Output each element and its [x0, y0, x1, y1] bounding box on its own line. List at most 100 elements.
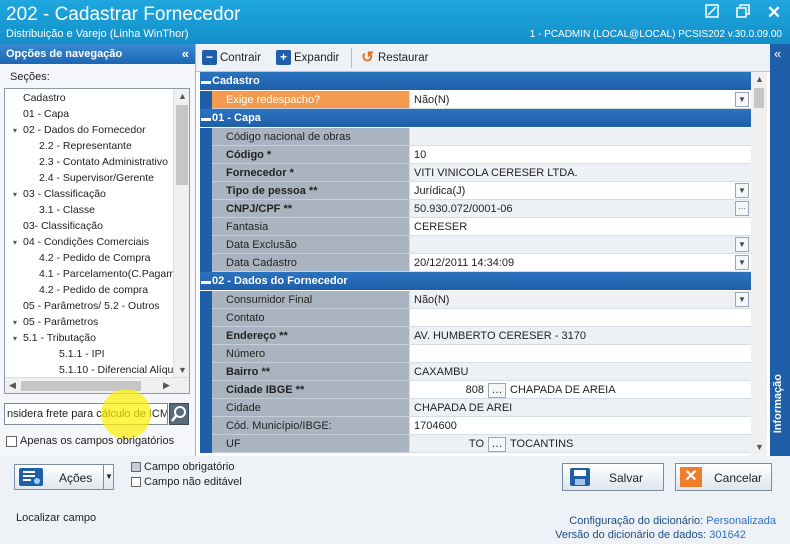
expand-panel-icon[interactable]: «	[774, 46, 781, 61]
tree-node[interactable]: 4.2 - Pedido de Compra	[39, 251, 150, 265]
grid-row[interactable]: Código nacional de obras	[200, 128, 751, 146]
scroll-up-icon[interactable]: ▲	[178, 91, 187, 101]
save-button[interactable]: Salvar	[562, 463, 664, 491]
chevron-down-icon[interactable]: ▼	[103, 465, 114, 489]
grid-row[interactable]: Data Cadastro 20/12/2011 14:34:09 ▼	[200, 254, 751, 272]
field-value[interactable]: 808… CHAPADA DE AREIA	[409, 381, 751, 399]
expand-toggle-icon[interactable]: ▾	[13, 124, 23, 138]
collapse-section-icon[interactable]: ▬	[200, 73, 212, 91]
expand-toggle-icon[interactable]: ▾	[13, 316, 23, 330]
grid-row[interactable]: CNPJ/CPF ** 50.930.072/0001-06…	[200, 200, 751, 218]
sections-tree[interactable]: 5.1.10 - Diferencial Alíquota 5.1.1 - IPI…	[4, 88, 190, 394]
field-value[interactable]: CHAPADA DE AREI	[409, 399, 751, 417]
tree-node[interactable]: 4.1 - Parcelamento(C.Pagamento)	[39, 267, 189, 281]
tree-node[interactable]: ▾ 5.1 - Tributação	[13, 331, 96, 346]
search-button[interactable]	[169, 403, 189, 425]
expand-toggle-icon[interactable]: ▾	[13, 188, 23, 202]
field-value[interactable]: Não(N) ▼	[409, 291, 751, 309]
field-value[interactable]: VITI VINICOLA CERESER LTDA.	[409, 164, 751, 182]
grid-row[interactable]: Tipo de pessoa ** Jurídica(J) ▼	[200, 182, 751, 200]
expand-toggle-icon[interactable]: ▾	[13, 332, 23, 346]
minimize-icon[interactable]	[702, 4, 722, 22]
grid-row[interactable]: Data Exclusão ▼	[200, 236, 751, 254]
tree-node[interactable]: 05 - Parâmetros/ 5.2 - Outros	[23, 299, 160, 313]
field-value[interactable]: 10	[409, 146, 751, 164]
grid-row[interactable]: Código * 10	[200, 146, 751, 164]
tree-node[interactable]: 4.2 - Pedido de compra	[39, 283, 148, 297]
tree-node[interactable]: ▾ 04 - Condições Comerciais	[13, 235, 149, 250]
field-value[interactable]: TO… TOCANTINS	[409, 435, 751, 453]
grid-row[interactable]: Consumidor Final Não(N) ▼	[200, 291, 751, 309]
restore-button[interactable]: ↺ Restaurar	[360, 48, 428, 68]
chevron-down-icon[interactable]: ▼	[735, 237, 749, 252]
tree-node[interactable]: 03- Classificação	[23, 219, 103, 233]
field-value[interactable]: 50.930.072/0001-06…	[409, 200, 751, 218]
checkbox-box[interactable]	[6, 435, 17, 447]
grid-row[interactable]: Cidade IBGE ** 808… CHAPADA DE AREIA	[200, 381, 751, 399]
expand-toggle-icon[interactable]: ▾	[13, 236, 23, 250]
info-side-panel[interactable]: « Informação	[770, 44, 790, 456]
field-value[interactable]: AV. HUMBERTO CERESER - 3170	[409, 327, 751, 345]
collapse-section-icon[interactable]: ▬	[200, 273, 212, 291]
tree-vertical-scrollbar[interactable]: ▲ ▼	[173, 89, 189, 379]
grid-row[interactable]: Cidade CHAPADA DE AREI	[200, 399, 751, 417]
field-value[interactable]: 20/12/2011 14:34:09 ▼	[409, 254, 751, 272]
tree-node[interactable]: 3.1 - Classe	[39, 203, 95, 217]
tree-node[interactable]: ▾ 05 - Parâmetros	[13, 315, 98, 330]
tree-node[interactable]: 2.4 - Supervisor/Gerente	[39, 171, 154, 185]
restore-icon[interactable]	[733, 4, 753, 22]
lookup-code[interactable]: 808	[410, 381, 486, 398]
grid-row[interactable]: Exige redespacho? Não(N) ▼	[200, 91, 751, 109]
scroll-left-icon[interactable]: ◀	[9, 380, 16, 391]
lookup-button[interactable]: …	[488, 382, 506, 398]
field-value[interactable]: 1704600	[409, 417, 751, 435]
cancel-button[interactable]: ✕ Cancelar	[675, 463, 772, 491]
scroll-thumb[interactable]	[754, 88, 764, 108]
tree-node[interactable]: 2.2 - Representante	[39, 139, 132, 153]
grid-row[interactable]: Número	[200, 345, 751, 363]
collapse-button[interactable]: − Contrair	[202, 48, 261, 68]
field-value[interactable]: Jurídica(J) ▼	[409, 182, 751, 200]
section-header[interactable]: ▬01 - Capa	[200, 109, 751, 127]
only-required-checkbox[interactable]: Apenas os campos obrigatórios	[6, 435, 174, 447]
chevron-down-icon[interactable]: ▼	[735, 92, 749, 107]
field-value[interactable]	[409, 309, 751, 327]
grid-row[interactable]: Cód. Município/IBGE: 1704600	[200, 417, 751, 435]
chevron-down-icon[interactable]: ▼	[735, 255, 749, 270]
actions-button[interactable]: Ações ▼	[14, 464, 114, 490]
tree-node[interactable]: 2.3 - Contato Administrativo	[39, 155, 168, 169]
grid-row[interactable]: Bairro ** CAXAMBU	[200, 363, 751, 381]
lookup-button[interactable]: …	[488, 436, 506, 452]
tree-node[interactable]: ▾ 02 - Dados do Fornecedor	[13, 123, 146, 138]
grid-vertical-scrollbar[interactable]: ▲ ▼	[751, 72, 767, 456]
close-icon[interactable]: ✕	[764, 4, 784, 22]
chevron-down-icon[interactable]: ▼	[735, 292, 749, 307]
chevron-down-icon[interactable]: ▼	[735, 183, 749, 198]
grid-row[interactable]: Fornecedor * VITI VINICOLA CERESER LTDA.	[200, 164, 751, 182]
section-header[interactable]: ▬Cadastro	[200, 72, 751, 90]
scroll-up-icon[interactable]: ▲	[755, 74, 764, 84]
field-value[interactable]: CERESER	[409, 218, 751, 236]
tree-node[interactable]: 5.1.10 - Diferencial Alíquota	[59, 363, 188, 377]
scroll-down-icon[interactable]: ▼	[178, 365, 187, 375]
grid-row[interactable]: UF TO… TOCANTINS	[200, 435, 751, 453]
section-header[interactable]: ▬02 - Dados do Fornecedor	[200, 272, 751, 290]
scroll-down-icon[interactable]: ▼	[755, 442, 764, 452]
collapse-panel-icon[interactable]: «	[182, 44, 189, 64]
grid-row[interactable]: Endereço ** AV. HUMBERTO CERESER - 3170	[200, 327, 751, 345]
field-value[interactable]	[409, 128, 751, 146]
ellipsis-button[interactable]: …	[735, 201, 749, 216]
tree-node[interactable]: Cadastro	[23, 91, 66, 105]
grid-row[interactable]: Fantasia CERESER	[200, 218, 751, 236]
scroll-right-icon[interactable]: ▶	[163, 380, 170, 391]
field-value[interactable]: CAXAMBU	[409, 363, 751, 381]
tree-node[interactable]: 01 - Capa	[23, 107, 69, 121]
tree-node[interactable]: 5.1.1 - IPI	[59, 347, 105, 361]
tree-horizontal-scrollbar[interactable]: ◀ ▶	[5, 377, 189, 393]
grid-row[interactable]: Contato	[200, 309, 751, 327]
locate-field-link[interactable]: Localizar campo	[16, 512, 96, 524]
field-value[interactable]: Não(N) ▼	[409, 91, 751, 109]
scroll-thumb[interactable]	[176, 105, 188, 185]
tree-node[interactable]: ▾ 03 - Classificação	[13, 187, 106, 202]
lookup-code[interactable]: TO	[410, 435, 486, 452]
